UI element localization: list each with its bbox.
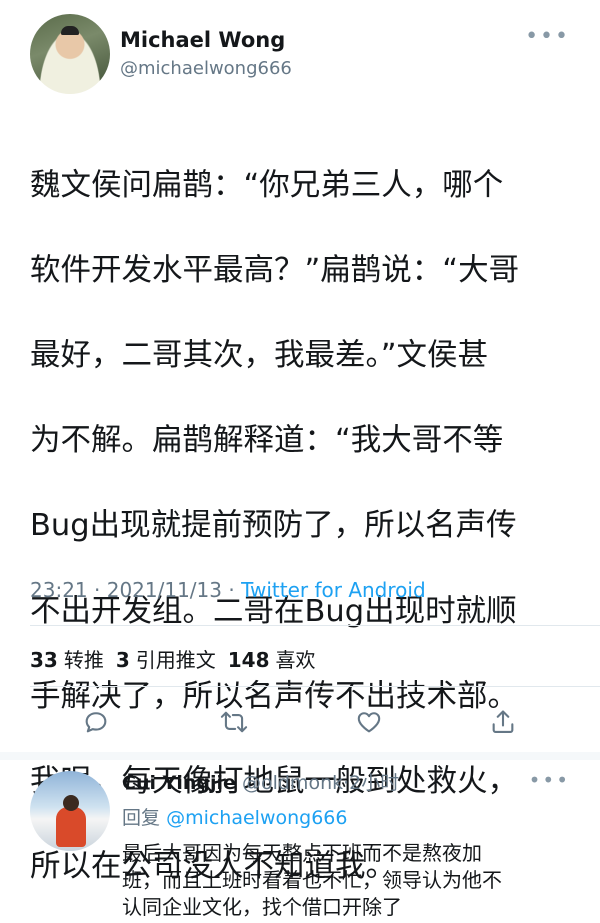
retweet-icon[interactable] bbox=[212, 700, 256, 744]
reply-display-name[interactable]: Cui Yingjie bbox=[122, 772, 236, 794]
reply-replying-to: 回复 @michaelwong666 bbox=[122, 807, 348, 829]
tweet-text-line: 最好，二哥其次，我最差。”文侯甚 bbox=[30, 337, 489, 373]
author-names: Michael Wong @michaelwong666 bbox=[120, 26, 292, 82]
quotes-stat[interactable]: 3 引用推文 bbox=[116, 644, 216, 673]
reply-header: Cui Yingjie @oldmonk·2小时 bbox=[122, 772, 400, 794]
retweets-stat[interactable]: 33 转推 bbox=[30, 644, 104, 673]
tweet-actions bbox=[0, 700, 600, 746]
more-options-icon[interactable]: ••• bbox=[525, 24, 570, 49]
author-avatar[interactable] bbox=[30, 14, 110, 94]
tweet-stats: 33 转推 3 引用推文 148 喜欢 bbox=[30, 644, 316, 673]
like-icon[interactable] bbox=[347, 700, 391, 744]
reply-text-line: 最后大哥因为每天整点下班而不是熬夜加 bbox=[122, 841, 482, 865]
tweet-time[interactable]: 23:21 bbox=[30, 578, 88, 602]
tweet-text-line: 魏文侯问扁鹊：“你兄弟三人，哪个 bbox=[30, 167, 504, 203]
tweet-text-line: 软件开发水平最高？”扁鹊说：“大哥 bbox=[30, 252, 520, 288]
reply-icon[interactable] bbox=[74, 700, 118, 744]
tweet-author[interactable]: Michael Wong @michaelwong666 bbox=[30, 14, 292, 94]
likes-stat[interactable]: 148 喜欢 bbox=[228, 644, 316, 673]
reply-separator bbox=[0, 752, 600, 760]
author-display-name[interactable]: Michael Wong bbox=[120, 26, 292, 54]
reply-text-line: 班，而且上班时看着也不忙，领导认为他不 bbox=[122, 868, 502, 892]
reply-mention[interactable]: @michaelwong666 bbox=[166, 807, 347, 829]
reply-text-line: 认同企业文化，找个借口开除了 bbox=[122, 895, 402, 919]
tweet-meta: 23:21 · 2021/11/13 · Twitter for Android bbox=[30, 578, 426, 602]
divider bbox=[30, 686, 600, 687]
author-handle[interactable]: @michaelwong666 bbox=[120, 56, 292, 82]
tweet-source[interactable]: Twitter for Android bbox=[241, 578, 426, 602]
reply-text: 最后大哥因为每天整点下班而不是熬夜加 班，而且上班时看着也不忙，领导认为他不 认… bbox=[122, 840, 582, 921]
reply-avatar[interactable] bbox=[30, 771, 110, 851]
reply-more-icon[interactable]: ••• bbox=[529, 768, 570, 792]
tweet-date[interactable]: 2021/11/13 bbox=[107, 578, 222, 602]
tweet-detail-page: Michael Wong @michaelwong666 ••• 魏文侯问扁鹊：… bbox=[0, 0, 600, 923]
share-icon[interactable] bbox=[481, 700, 525, 744]
reply-handle[interactable]: @oldmonk bbox=[242, 772, 343, 794]
reply-time[interactable]: 2小时 bbox=[349, 772, 399, 794]
divider bbox=[30, 625, 600, 626]
tweet-text-line: Bug出现就提前预防了，所以名声传 bbox=[30, 508, 517, 544]
tweet-text-line: 为不解。扁鹊解释道：“我大哥不等 bbox=[30, 423, 504, 459]
